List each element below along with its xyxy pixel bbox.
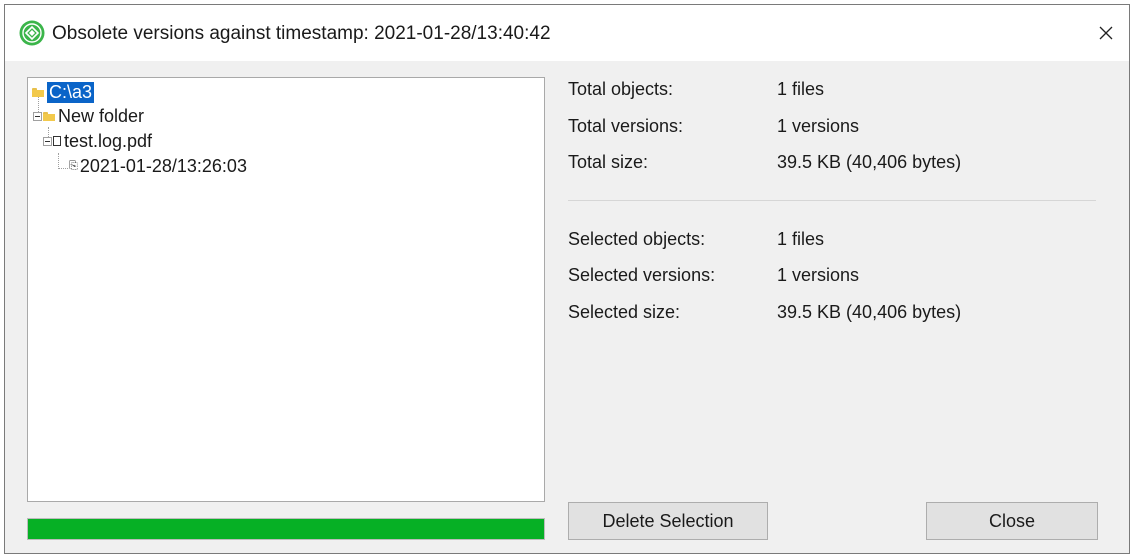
- progress-fill: [28, 519, 544, 539]
- dialog-window: Obsolete versions against timestamp: 202…: [4, 4, 1130, 554]
- folder-icon: [32, 87, 44, 97]
- version-tree[interactable]: C:\a3 New folder test.log.pdf ⎘ 2021-01-…: [27, 77, 545, 502]
- tree-node-label: 2021-01-28/13:26:03: [79, 155, 247, 176]
- total-size-label: Total size:: [568, 152, 649, 172]
- selected-size-label: Selected size:: [568, 302, 681, 322]
- tree-node-label: test.log.pdf: [64, 130, 153, 151]
- total-objects-value: 1 files: [777, 79, 825, 99]
- selected-versions-value: 1 versions: [777, 265, 860, 285]
- title-bar: Obsolete versions against timestamp: 202…: [5, 5, 1129, 61]
- progress-bar: [27, 518, 545, 540]
- close-button[interactable]: Close: [926, 502, 1098, 540]
- tree-node-label: New folder: [58, 105, 145, 126]
- tree-node-file[interactable]: test.log.pdf: [43, 130, 152, 152]
- collapse-toggle-icon[interactable]: [33, 111, 42, 121]
- file-icon: [53, 136, 61, 146]
- version-icon: ⎘: [69, 159, 78, 172]
- tree-node-label: C:\a3: [47, 81, 95, 103]
- selected-versions-label: Selected versions:: [568, 265, 716, 285]
- delete-selection-button[interactable]: Delete Selection: [568, 502, 768, 540]
- tree-node-folder[interactable]: New folder: [33, 105, 144, 127]
- total-objects-label: Total objects:: [568, 79, 674, 99]
- window-title: Obsolete versions against timestamp: 202…: [52, 23, 551, 44]
- app-logo-icon: [19, 20, 45, 46]
- total-versions-label: Total versions:: [568, 116, 684, 136]
- close-icon: [1099, 26, 1113, 40]
- section-divider: [568, 200, 1096, 201]
- selected-objects-label: Selected objects:: [568, 229, 706, 249]
- tree-node-version[interactable]: ⎘ 2021-01-28/13:26:03: [69, 155, 247, 177]
- selected-size-value: 39.5 KB (40,406 bytes): [777, 302, 962, 322]
- total-size-value: 39.5 KB (40,406 bytes): [777, 152, 962, 172]
- total-versions-value: 1 versions: [777, 116, 860, 136]
- folder-icon: [43, 111, 55, 121]
- close-window-button[interactable]: [1083, 5, 1129, 61]
- selected-objects-value: 1 files: [777, 229, 825, 249]
- tree-node-root[interactable]: C:\a3: [32, 81, 95, 103]
- collapse-toggle-icon[interactable]: [43, 136, 52, 146]
